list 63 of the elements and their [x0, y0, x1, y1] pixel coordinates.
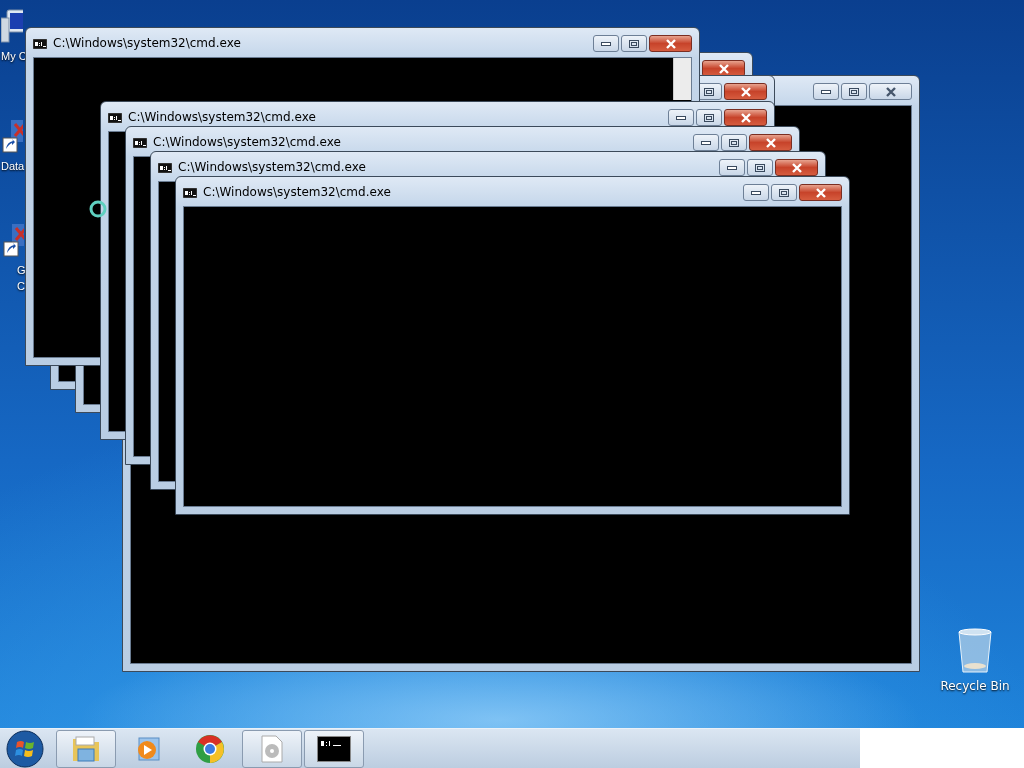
console-icon: [33, 39, 47, 49]
close-icon: [717, 63, 730, 74]
close-icon: [814, 187, 827, 198]
taskbar-item[interactable]: [304, 729, 364, 768]
minimize-icon: [676, 115, 686, 120]
busy-cursor-icon: [89, 200, 107, 218]
close-icon: [664, 38, 677, 49]
maximize-icon: [849, 87, 859, 96]
close-button[interactable]: [799, 184, 842, 201]
window-title: C:\Windows\system32\cmd.exe: [203, 185, 391, 199]
close-button[interactable]: [649, 35, 692, 52]
maximize-icon: [755, 163, 765, 172]
maximize-button[interactable]: [771, 184, 797, 201]
close-icon: [739, 112, 752, 123]
close-icon: [739, 86, 752, 97]
console-icon: [183, 188, 197, 198]
maximize-button[interactable]: [747, 159, 773, 176]
start-button-icon[interactable]: [6, 729, 44, 768]
maximize-button[interactable]: [721, 134, 747, 151]
maximize-button[interactable]: [696, 109, 722, 126]
icon-label: G: [17, 263, 26, 278]
minimize-button[interactable]: [593, 35, 619, 52]
console-icon: [133, 138, 147, 148]
maximize-icon: [729, 138, 739, 147]
maximize-button[interactable]: [841, 83, 867, 100]
close-button[interactable]: [869, 83, 912, 100]
close-button[interactable]: [724, 109, 767, 126]
minimize-button[interactable]: [693, 134, 719, 151]
console-icon: [108, 113, 122, 123]
maximize-icon: [629, 39, 639, 48]
window-title: C:\Windows\system32\cmd.exe: [153, 135, 341, 149]
window-title: C:\Windows\system32\cmd.exe: [128, 110, 316, 124]
close-icon: [790, 162, 803, 173]
window-title: C:\Windows\system32\cmd.exe: [53, 36, 241, 50]
disc-file-icon: [260, 734, 284, 763]
close-icon: [764, 137, 777, 148]
recycle-bin-icon[interactable]: [955, 628, 995, 674]
minimize-icon: [821, 89, 831, 94]
icon-label: Data: [1, 159, 25, 174]
icon-label: C: [17, 279, 25, 294]
scrollbar[interactable]: [673, 58, 691, 100]
close-icon: [884, 86, 897, 97]
console-icon: [317, 735, 351, 762]
minimize-icon: [601, 41, 611, 46]
minimize-button[interactable]: [668, 109, 694, 126]
close-button[interactable]: [749, 134, 792, 151]
close-button[interactable]: [724, 83, 767, 100]
minimize-button[interactable]: [719, 159, 745, 176]
close-button[interactable]: [775, 159, 818, 176]
minimize-button[interactable]: [813, 83, 839, 100]
maximize-icon: [704, 87, 714, 96]
icon-label: Recycle Bin: [940, 678, 1010, 694]
maximize-icon: [704, 113, 714, 122]
window-title: C:\Windows\system32\cmd.exe: [178, 160, 366, 174]
browser-icon: [195, 733, 225, 764]
minimize-icon: [751, 190, 761, 195]
minimize-button[interactable]: [743, 184, 769, 201]
maximize-button[interactable]: [621, 35, 647, 52]
play-icon: [135, 735, 161, 762]
maximize-icon: [779, 188, 789, 197]
minimize-icon: [727, 165, 737, 170]
minimize-icon: [701, 140, 711, 145]
console-icon: [158, 163, 172, 173]
